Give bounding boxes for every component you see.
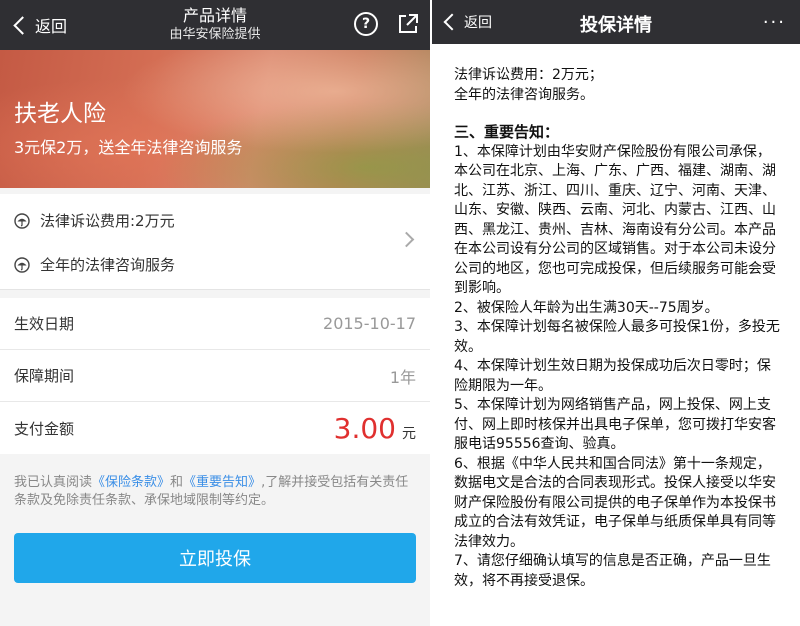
effective-date-row: 生效日期 2015-10-17: [0, 298, 430, 350]
doc-line: 全年的法律咨询服务。: [454, 86, 594, 103]
umbrella-icon: [14, 212, 30, 229]
effective-date-value: 2015-10-17: [323, 314, 416, 333]
product-banner: 扶老人险 3元保2万，送全年法律咨询服务: [0, 50, 430, 188]
product-tagline: 3元保2万，送全年法律咨询服务: [14, 138, 243, 157]
coverage-features[interactable]: 法律诉讼费用:2万元 全年的法律咨询服务: [0, 194, 430, 290]
notice-item: 2、被保险人年龄为出生满30天--75周岁。: [454, 299, 719, 316]
amount-unit: 元: [402, 425, 416, 442]
nav-bar: 返回 投保详情 ···: [432, 0, 800, 44]
notice-item: 5、本保障计划为网络销售产品，网上投保、网上支付、网上即时核保并出具电子保单，您…: [454, 397, 776, 452]
notice-item: 7、请您仔细确认填写的信息是否正确，产品一旦生效，将不再接受退保。: [454, 553, 771, 589]
policy-info: 生效日期 2015-10-17 保障期间 1年 支付金额 3.00 元: [0, 298, 430, 454]
section-heading: 三、重要告知：: [454, 123, 560, 141]
row-label: 支付金额: [14, 419, 75, 438]
feature-text: 全年的法律咨询服务: [40, 256, 176, 274]
feature-item: 法律诉讼费用:2万元: [14, 210, 175, 231]
insurance-detail-screen: 返回 投保详情 ··· 法律诉讼费用：2万元； 全年的法律咨询服务。 三、重要告…: [432, 0, 800, 626]
page-title: 投保详情: [580, 15, 652, 36]
doc-line: 法律诉讼费用：2万元；: [454, 67, 603, 83]
notice-item: 3、本保障计划每名被保险人最多可投保1份，多投无效。: [454, 319, 780, 355]
row-label: 生效日期: [14, 315, 75, 333]
agreement-and: 和: [170, 475, 184, 490]
agreement-prefix: 我已认真阅读: [14, 475, 93, 490]
important-notice-link[interactable]: 《重要告知》: [183, 475, 261, 490]
notice-item: 4、本保障计划生效日期为投保成功后次日零时；保险期限为一年。: [454, 358, 771, 394]
product-name: 扶老人险: [14, 101, 106, 127]
feature-text: 法律诉讼费用:2万元: [40, 212, 175, 230]
notice-item: 6、根据《中华人民共和国合同法》第十一条规定，数据电文是合法的合同表现形式。投保…: [454, 455, 776, 550]
policy-terms-link[interactable]: 《保险条款》: [92, 475, 170, 490]
product-detail-screen: 返回 产品详情 由华安保险提供 ? 扶老人险 3元保2万，送全年法律咨询服务 法…: [0, 0, 430, 626]
share-icon[interactable]: [396, 12, 420, 36]
agreement-text: 我已认真阅读《保险条款》和《重要告知》,了解并接受包括有关责任条款及免除责任条款…: [14, 474, 416, 510]
more-options-icon[interactable]: ···: [763, 12, 786, 33]
amount-value: 3.00: [333, 411, 396, 445]
notice-item: 1、本保障计划由华安财产保险股份有限公司承保，本公司在北京、上海、广东、广西、福…: [454, 143, 776, 297]
payment-amount: 3.00 元: [334, 412, 416, 445]
coverage-period-value: 1年: [389, 367, 416, 387]
row-label: 保障期间: [14, 367, 75, 385]
nav-actions: ?: [354, 12, 420, 36]
payment-amount-row: 支付金额 3.00 元: [0, 402, 430, 454]
umbrella-icon: [14, 256, 30, 273]
nav-bar: 返回 产品详情 由华安保险提供 ?: [0, 0, 430, 50]
notice-document: 法律诉讼费用：2万元； 全年的法律咨询服务。 三、重要告知： 1、本保障计划由华…: [454, 66, 784, 591]
coverage-period-row: 保障期间 1年: [0, 350, 430, 402]
help-icon[interactable]: ?: [354, 12, 378, 36]
buy-now-button[interactable]: 立即投保: [14, 533, 416, 583]
feature-item: 全年的法律咨询服务: [14, 254, 175, 275]
chevron-right-icon: [398, 231, 415, 248]
